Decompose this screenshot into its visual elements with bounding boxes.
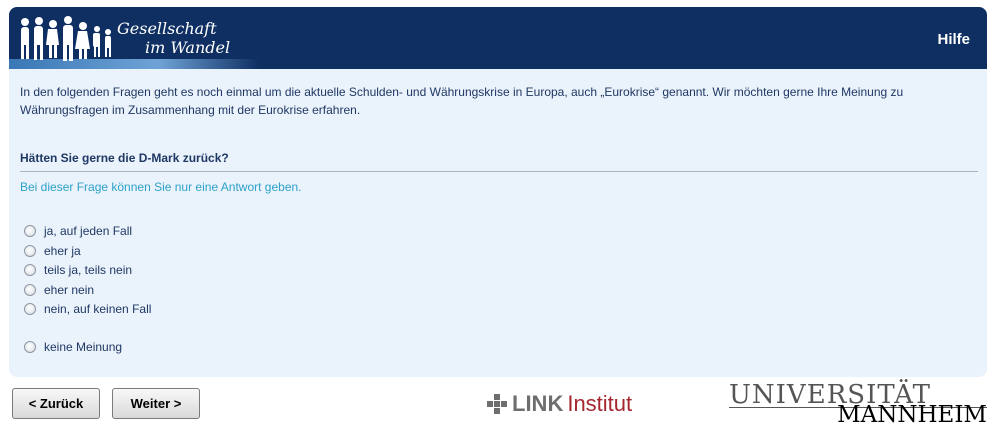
next-button[interactable]: Weiter > bbox=[112, 388, 200, 419]
link-institut-logo: LINK Institut bbox=[486, 391, 632, 417]
uni-bottom-word: MANNHEIM bbox=[837, 402, 987, 428]
option-nein-auf-keinen-fall[interactable]: nein, auf keinen Fall bbox=[24, 301, 151, 317]
question-hint: Bei dieser Frage können Sie nur eine Ant… bbox=[20, 180, 302, 194]
link-cross-icon bbox=[487, 394, 507, 414]
option-label: eher ja bbox=[44, 244, 81, 258]
radio-unchecked-icon[interactable] bbox=[24, 341, 36, 353]
logo-line-1: Gesellschaft bbox=[117, 19, 217, 38]
radio-unchecked-icon[interactable] bbox=[24, 264, 36, 276]
option-ja-auf-jeden-fall[interactable]: ja, auf jeden Fall bbox=[24, 223, 132, 239]
radio-unchecked-icon[interactable] bbox=[24, 225, 36, 237]
header-bar: Gesellschaft im Wandel Hilfe bbox=[9, 7, 987, 69]
back-button[interactable]: < Zurück bbox=[12, 388, 100, 419]
option-eher-ja[interactable]: eher ja bbox=[24, 243, 81, 259]
intro-text: In den folgenden Fragen geht es noch ein… bbox=[20, 85, 904, 117]
survey-panel: Gesellschaft im Wandel Hilfe In den folg… bbox=[9, 7, 987, 377]
option-label: ja, auf jeden Fall bbox=[44, 224, 133, 238]
help-link[interactable]: Hilfe bbox=[937, 31, 970, 48]
radio-unchecked-icon[interactable] bbox=[24, 303, 36, 315]
option-label: nein, auf keinen Fall bbox=[44, 302, 152, 316]
people-silhouette-icon bbox=[21, 16, 111, 61]
option-label: teils ja, teils nein bbox=[44, 263, 133, 277]
university-mannheim-logo: UNIVERSITÄT MANNHEIM bbox=[729, 380, 987, 428]
link-institut-word: Institut bbox=[567, 391, 633, 416]
option-keine-meinung[interactable]: keine Meinung bbox=[24, 339, 122, 355]
option-label: eher nein bbox=[44, 283, 95, 297]
question-title: Hätten Sie gerne die D-Mark zurück? bbox=[20, 151, 978, 172]
option-teils-ja-teils-nein[interactable]: teils ja, teils nein bbox=[24, 262, 132, 278]
logo-line-2: im Wandel bbox=[145, 38, 231, 57]
radio-unchecked-icon[interactable] bbox=[24, 284, 36, 296]
radio-unchecked-icon[interactable] bbox=[24, 245, 36, 257]
link-word: LINK bbox=[512, 391, 564, 416]
option-eher-nein[interactable]: eher nein bbox=[24, 282, 94, 298]
option-label: keine Meinung bbox=[44, 340, 123, 354]
logo-text: Gesellschaft im Wandel bbox=[117, 19, 230, 57]
